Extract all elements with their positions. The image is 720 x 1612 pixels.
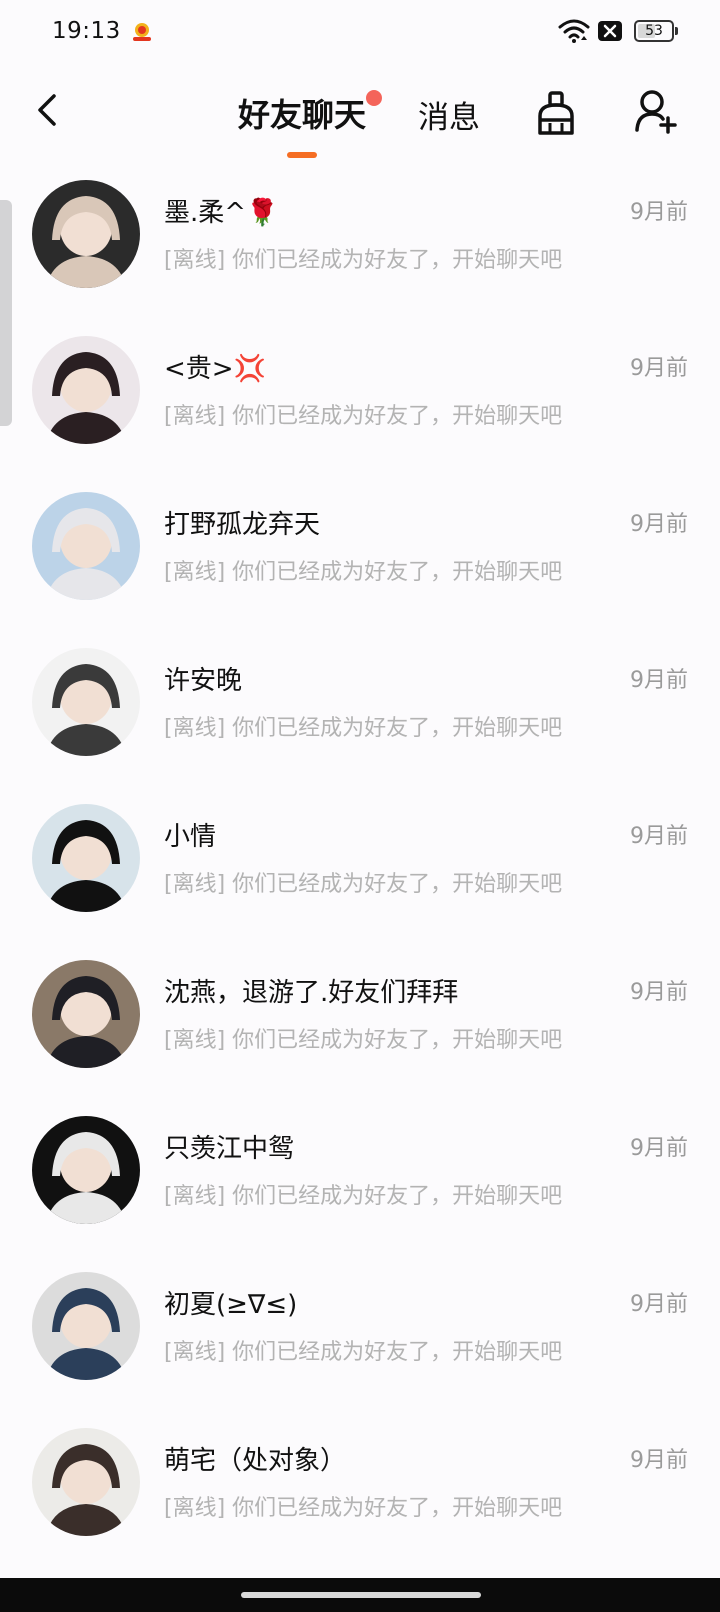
chat-timestamp: 9月前 [630,668,688,693]
avatar[interactable] [32,336,140,444]
wifi-icon [558,18,590,44]
avatar[interactable] [32,1272,140,1380]
chat-contact-name: <贵>💢 [164,354,266,384]
add-user-icon [635,90,677,134]
battery-indicator: 53 [634,20,678,42]
chat-list-item[interactable]: 打野孤龙弃天 9月前 [离线] 你们已经成为好友了，开始聊天吧 [0,482,720,638]
chat-last-message: [离线] 你们已经成为好友了，开始聊天吧 [164,872,563,897]
gesture-bar [0,1578,720,1612]
chat-last-message: [离线] 你们已经成为好友了，开始聊天吧 [164,1028,563,1053]
chat-contact-name: 沈燕，退游了.好友们拜拜 [164,978,459,1008]
chat-timestamp: 9月前 [630,824,688,849]
chat-timestamp: 9月前 [630,200,688,225]
clear-unread-button[interactable] [534,90,578,136]
chat-last-message: [离线] 你们已经成为好友了，开始聊天吧 [164,404,563,429]
chat-list: 墨.柔^🌹 9月前 [离线] 你们已经成为好友了，开始聊天吧 <贵>💢 9月前 [离线] … [0,170,720,1574]
chat-contact-name: 小情 [164,822,217,852]
chat-timestamp: 9月前 [630,1136,688,1161]
chat-last-message: [离线] 你们已经成为好友了，开始聊天吧 [164,560,563,585]
chat-contact-name: 萌宅（处对象） [164,1446,347,1476]
avatar[interactable] [32,180,140,288]
chat-timestamp: 9月前 [630,1292,688,1317]
chat-list-item[interactable]: 许安晚 9月前 [离线] 你们已经成为好友了，开始聊天吧 [0,638,720,794]
tab-messages[interactable]: 消息 [418,92,480,137]
tab-friend-chat[interactable]: 好友聊天 [238,90,366,136]
add-friend-button[interactable] [634,88,678,134]
chat-list-item[interactable]: 沈燕，退游了.好友们拜拜 9月前 [离线] 你们已经成为好友了，开始聊天吧 [0,950,720,1106]
avatar[interactable] [32,804,140,912]
chat-list-item[interactable]: 只羡江中鸳 9月前 [离线] 你们已经成为好友了，开始聊天吧 [0,1106,720,1262]
top-nav-bar: 好友聊天 消息 [0,70,720,170]
chat-last-message: [离线] 你们已经成为好友了，开始聊天吧 [164,716,563,741]
chat-last-message: [离线] 你们已经成为好友了，开始聊天吧 [164,1184,563,1209]
avatar[interactable] [32,960,140,1068]
chat-last-message: [离线] 你们已经成为好友了，开始聊天吧 [164,248,563,273]
back-button[interactable] [30,90,66,130]
active-tab-indicator [287,152,317,158]
status-bar: 19:13 53 [0,0,720,64]
chat-timestamp: 9月前 [630,356,688,381]
avatar[interactable] [32,648,140,756]
chat-contact-name: 打野孤龙弃天 [164,510,321,540]
status-time: 19:13 [52,18,121,44]
chat-list-item[interactable]: 萌宅（处对象） 9月前 [离线] 你们已经成为好友了，开始聊天吧 [0,1418,720,1574]
chat-contact-name: 只羡江中鸳 [164,1134,295,1164]
chat-last-message: [离线] 你们已经成为好友了，开始聊天吧 [164,1496,563,1521]
close-box-icon [597,20,623,42]
chevron-left-icon [38,94,56,126]
home-indicator[interactable] [241,1592,481,1598]
battery-level: 53 [645,23,663,39]
chat-contact-name: 初夏(≥∇≤) [164,1290,298,1320]
chat-timestamp: 9月前 [630,1448,688,1473]
chat-timestamp: 9月前 [630,980,688,1005]
chat-contact-name: 墨.柔^🌹 [164,198,279,228]
chat-contact-name: 许安晚 [164,666,243,696]
chat-list-item[interactable]: 小情 9月前 [离线] 你们已经成为好友了，开始聊天吧 [0,794,720,950]
broom-icon [538,91,574,135]
chat-list-item[interactable]: 墨.柔^🌹 9月前 [离线] 你们已经成为好友了，开始聊天吧 [0,170,720,326]
unread-dot [366,90,382,106]
chat-list-item[interactable]: 初夏(≥∇≤) 9月前 [离线] 你们已经成为好友了，开始聊天吧 [0,1262,720,1418]
app-notification-icon [130,20,154,44]
chat-last-message: [离线] 你们已经成为好友了，开始聊天吧 [164,1340,563,1365]
chat-list-item[interactable]: <贵>💢 9月前 [离线] 你们已经成为好友了，开始聊天吧 [0,326,720,482]
avatar[interactable] [32,492,140,600]
avatar[interactable] [32,1428,140,1536]
chat-timestamp: 9月前 [630,512,688,537]
avatar[interactable] [32,1116,140,1224]
